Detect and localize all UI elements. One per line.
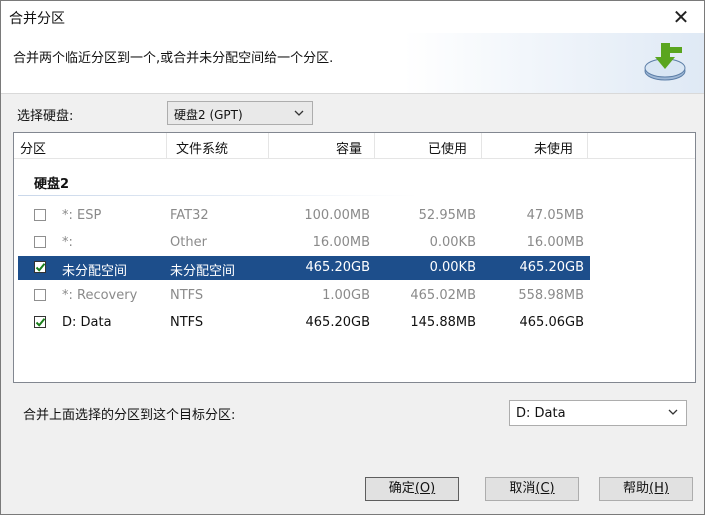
- filesystem-cell: Other: [170, 235, 207, 250]
- capacity-cell: 16.00MB: [312, 235, 370, 250]
- capacity-cell: 465.20GB: [305, 260, 370, 275]
- disk-select-value: 硬盘2 (GPT): [174, 108, 243, 122]
- disk-select[interactable]: 硬盘2 (GPT): [167, 101, 313, 125]
- cancel-button[interactable]: 取消(C): [485, 477, 579, 501]
- col-header-partition[interactable]: 分区: [20, 138, 46, 157]
- table-row: *: Other 16.00MB 0.00KB 16.00MB: [18, 231, 590, 255]
- partition-name-cell: *: Recovery: [62, 288, 138, 303]
- col-header-used[interactable]: 已使用: [428, 138, 467, 157]
- filesystem-cell: 未分配空间: [170, 264, 236, 279]
- filesystem-cell: NTFS: [170, 288, 204, 303]
- checkmark-icon: [35, 263, 46, 272]
- chevron-down-icon: [294, 110, 304, 116]
- capacity-cell: 465.20GB: [305, 315, 370, 330]
- table-row[interactable]: 未分配空间 未分配空间 465.20GB 0.00KB 465.20GB: [18, 256, 590, 280]
- partition-name-cell: D: Data: [62, 315, 112, 330]
- table-row: *: ESP FAT32 100.00MB 52.95MB 47.05MB: [18, 204, 590, 228]
- filesystem-cell: FAT32: [170, 208, 209, 223]
- unused-space-cell: 465.20GB: [519, 260, 584, 275]
- disk-group-label: 硬盘2: [34, 177, 70, 192]
- col-header-unused[interactable]: 未使用: [534, 138, 573, 157]
- used-space-cell: 0.00KB: [429, 235, 476, 250]
- unused-space-cell: 465.06GB: [519, 315, 584, 330]
- row-checkbox: [34, 236, 46, 248]
- row-checkbox: [34, 289, 46, 301]
- header-banner: 合并两个临近分区到一个,或合并未分配空间给一个分区.: [1, 33, 704, 94]
- title-bar: 合并分区 ✕: [1, 1, 704, 33]
- target-partition-select[interactable]: D: Data: [509, 400, 687, 426]
- partition-name-cell: *:: [62, 235, 73, 250]
- group-divider: [18, 195, 418, 196]
- row-checkbox: [34, 209, 46, 221]
- target-partition-value: D: Data: [516, 406, 566, 421]
- window-title: 合并分区: [9, 11, 65, 27]
- unused-space-cell: 558.98MB: [518, 288, 584, 303]
- chevron-down-icon: [668, 409, 678, 415]
- unused-space-cell: 16.00MB: [526, 235, 584, 250]
- merge-partition-icon: [644, 43, 686, 81]
- partition-table: 分区 文件系统 容量 已使用 未使用 硬盘2 *: ESP FAT32 100.00…: [13, 132, 696, 383]
- close-icon[interactable]: ✕: [658, 1, 704, 33]
- checkmark-icon: [35, 318, 46, 327]
- table-row[interactable]: D: Data NTFS 465.20GB 145.88MB 465.06GB: [18, 311, 590, 335]
- table-header: 分区 文件系统 容量 已使用 未使用: [14, 133, 695, 159]
- ok-button[interactable]: 确定(O): [365, 477, 459, 501]
- col-header-filesystem[interactable]: 文件系统: [176, 138, 228, 157]
- capacity-cell: 1.00GB: [322, 288, 370, 303]
- table-row: *: Recovery NTFS 1.00GB 465.02MB 558.98MB: [18, 284, 590, 308]
- row-checkbox[interactable]: [34, 316, 46, 328]
- merge-partition-dialog: 合并分区 ✕ 合并两个临近分区到一个,或合并未分配空间给一个分区. 选择硬盘: …: [0, 0, 705, 515]
- filesystem-cell: NTFS: [170, 315, 204, 330]
- dialog-description: 合并两个临近分区到一个,或合并未分配空间给一个分区.: [13, 51, 334, 66]
- capacity-cell: 100.00MB: [304, 208, 370, 223]
- partition-name-cell: *: ESP: [62, 208, 102, 223]
- col-header-capacity[interactable]: 容量: [336, 138, 362, 157]
- used-space-cell: 0.00KB: [429, 260, 476, 275]
- used-space-cell: 465.02MB: [410, 288, 476, 303]
- used-space-cell: 145.88MB: [410, 315, 476, 330]
- used-space-cell: 52.95MB: [418, 208, 476, 223]
- help-button[interactable]: 帮助(H): [599, 477, 693, 501]
- disk-select-label: 选择硬盘:: [17, 109, 74, 124]
- unused-space-cell: 47.05MB: [526, 208, 584, 223]
- target-partition-label: 合并上面选择的分区到这个目标分区:: [23, 408, 236, 423]
- partition-name-cell: 未分配空间: [62, 264, 128, 279]
- row-checkbox[interactable]: [34, 261, 46, 273]
